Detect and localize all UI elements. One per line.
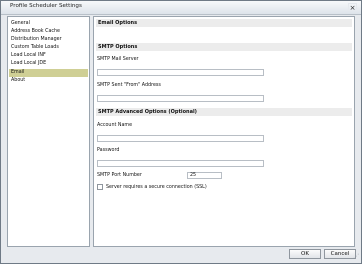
title-bar: Profile Scheduler Settings × xyxy=(1,1,361,15)
window-title: Profile Scheduler Settings xyxy=(10,3,82,9)
sidebar-item-custom-table-loads[interactable]: Custom Table Loads xyxy=(9,44,88,52)
account-name-label: Account Name xyxy=(97,123,133,128)
smtp-options-heading: SMTP Options xyxy=(96,43,352,51)
email-options-heading: Email Options xyxy=(96,19,352,27)
email-options-panel: Email Options SMTP Options SMTP Mail Ser… xyxy=(93,16,355,247)
profile-scheduler-settings-window: Profile Scheduler Settings × General Add… xyxy=(0,0,362,264)
close-icon[interactable]: × xyxy=(348,3,357,12)
password-label: Password xyxy=(97,148,120,153)
secure-connection-label[interactable]: Server requires a secure connection (SSL… xyxy=(106,185,207,190)
secure-connection-checkbox[interactable] xyxy=(97,184,103,190)
sidebar-item-general[interactable]: General xyxy=(9,20,88,28)
smtp-mail-server-input[interactable] xyxy=(97,69,264,76)
smtp-mail-server-label: SMTP Mail Server xyxy=(97,57,139,62)
smtp-sent-from-input[interactable] xyxy=(97,95,264,102)
password-input[interactable] xyxy=(97,160,264,167)
sidebar-item-load-local-inf[interactable]: Load Local INF xyxy=(9,52,88,60)
settings-sidebar: General Address Book Cache Distribution … xyxy=(7,16,90,247)
account-name-input[interactable] xyxy=(97,135,264,142)
sidebar-item-distribution-manager[interactable]: Distribution Manager xyxy=(9,36,88,44)
sidebar-item-load-local-jde[interactable]: Load Local JDE xyxy=(9,60,88,68)
smtp-sent-from-label: SMTP Sent "From" Address xyxy=(97,83,161,88)
ok-button[interactable]: OK xyxy=(289,249,321,259)
smtp-advanced-options-heading: SMTP Advanced Options (Optional) xyxy=(96,108,352,116)
smtp-port-number-label: SMTP Port Number xyxy=(97,173,142,178)
sidebar-item-about[interactable]: About xyxy=(9,77,88,85)
smtp-port-number-input[interactable]: 25 xyxy=(187,172,222,179)
sidebar-item-email[interactable]: Email xyxy=(9,69,88,77)
sidebar-item-address-book-cache[interactable]: Address Book Cache xyxy=(9,28,88,36)
resize-grip-icon[interactable]: ⋰ xyxy=(351,253,359,261)
